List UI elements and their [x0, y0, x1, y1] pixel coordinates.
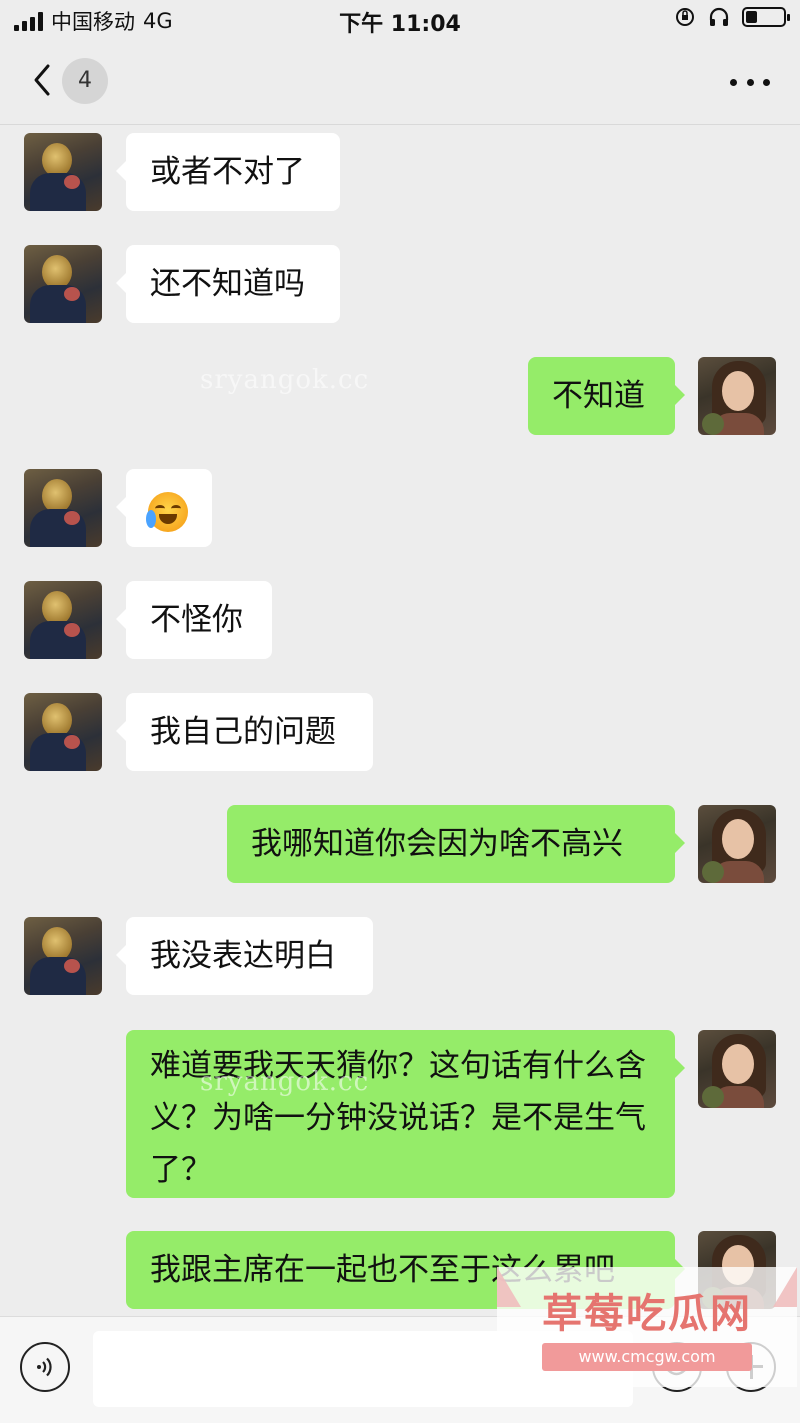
message-row: 我没表达明白	[0, 917, 800, 997]
contact-avatar[interactable]	[24, 581, 102, 659]
battery-fill	[746, 11, 757, 23]
outgoing-message-bubble[interactable]: 难道要我天天猜你？这句话有什么含义？为啥一分钟没说话？是不是生气了？	[126, 1030, 685, 1198]
watermark-title: 草莓吃瓜网	[542, 1291, 752, 1337]
message-row: 不知道	[0, 357, 800, 437]
incoming-message-bubble[interactable]: 不怪你	[116, 581, 272, 659]
contact-avatar[interactable]	[24, 133, 102, 211]
voice-button[interactable]	[20, 1342, 70, 1392]
chat-header: 4	[0, 40, 800, 125]
incoming-message-bubble[interactable]: 我自己的问题	[116, 693, 373, 771]
contact-avatar[interactable]	[24, 469, 102, 547]
my-avatar[interactable]	[698, 805, 776, 883]
message-row: 我自己的问题	[0, 693, 800, 773]
contact-avatar[interactable]	[24, 917, 102, 995]
message-list[interactable]: 或者不对了 还不知道吗 不知道 不怪你 我自己的问题 我哪知道你会因为啥不高兴 …	[0, 125, 800, 1315]
message-row: 或者不对了	[0, 133, 800, 213]
more-dots-icon	[730, 78, 737, 86]
voice-icon	[37, 1357, 52, 1377]
incoming-message-bubble[interactable]: 或者不对了	[116, 133, 340, 211]
more-dot	[763, 78, 770, 86]
status-bar: 中国移动 4G 下午 11:04	[0, 0, 800, 40]
message-row: 不怪你	[0, 581, 800, 661]
message-row: 还不知道吗	[0, 245, 800, 325]
message-row: 难道要我天天猜你？这句话有什么含义？为啥一分钟没说话？是不是生气了？	[0, 1030, 800, 1200]
status-right	[674, 6, 790, 28]
contact-avatar[interactable]	[24, 693, 102, 771]
more-button[interactable]	[730, 68, 770, 96]
faint-watermark: sryangok.cc	[200, 1067, 370, 1097]
outgoing-message-bubble[interactable]: 我哪知道你会因为啥不高兴	[227, 805, 685, 883]
unread-count-badge[interactable]: 4	[62, 58, 108, 104]
contact-avatar[interactable]	[24, 245, 102, 323]
battery-icon	[742, 7, 790, 27]
message-row	[0, 469, 800, 549]
crying-laughing-emoji-icon	[146, 491, 188, 532]
my-avatar[interactable]	[698, 357, 776, 435]
watermark-url: www.cmcgw.com	[542, 1343, 752, 1371]
my-avatar[interactable]	[698, 1030, 776, 1108]
incoming-message-bubble[interactable]: 我没表达明白	[116, 917, 373, 995]
message-row: 我哪知道你会因为啥不高兴	[0, 805, 800, 885]
outgoing-message-bubble[interactable]: 不知道	[528, 357, 685, 435]
chevron-left-icon	[34, 64, 50, 96]
site-watermark: 草莓吃瓜网 www.cmcgw.com	[497, 1267, 797, 1387]
headphones-icon	[709, 7, 729, 26]
rotation-lock-icon	[676, 8, 694, 26]
incoming-emoji-bubble[interactable]	[116, 469, 212, 547]
incoming-message-bubble[interactable]: 还不知道吗	[116, 245, 340, 323]
faint-watermark: sryangok.cc	[200, 365, 370, 395]
more-dot	[746, 78, 754, 86]
